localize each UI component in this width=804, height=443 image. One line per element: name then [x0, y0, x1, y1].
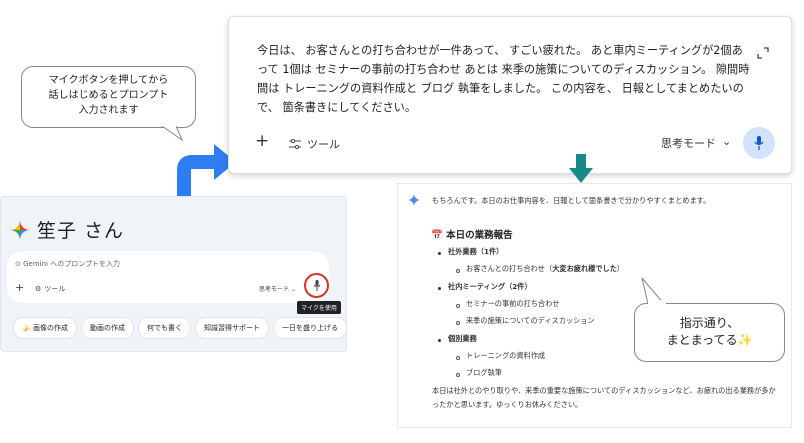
list-item: お客さんとの打ち合わせ（大変お疲れ様でした） [466, 264, 625, 273]
prompt-input-card[interactable]: 今日は、 お客さんとの打ち合わせが一件あって、 すごい疲れた。 あと車内ミーティ… [228, 16, 792, 174]
bullet [438, 287, 441, 290]
gemini-home-panel: 笙子 さん ⊙ Gemini へのプロンプトを入力 + ⚙ ツール 思考モード … [0, 196, 347, 352]
bullet [438, 339, 441, 342]
prompt-text[interactable]: 今日は、 お客さんとの打ち合わせが一件あって、 すごい疲れた。 あと車内ミーティ… [257, 41, 777, 117]
list-item: セミナーの事前の打ち合わせ [466, 299, 560, 308]
response-intro: もちろんです。本日のお仕事内容を、日報として箇条書きで分かりやすくまとめます。 [432, 196, 711, 205]
list-item: ブログ執筆 [466, 368, 502, 377]
mic-tooltip: マイクを使用 [297, 301, 341, 314]
section-external: 社外業務（1件） [448, 247, 504, 256]
chip-day[interactable]: 一日を盛り上げる [272, 317, 347, 339]
list-item: 来季の施策についてのディスカッション [466, 316, 595, 325]
sub-bullet [456, 321, 460, 325]
placeholder-icon: ⊙ [15, 260, 24, 268]
chevron-down-icon: ⌄ [722, 135, 732, 148]
chip-image[interactable]: 🍌 画像の作成 [13, 317, 77, 339]
chip-learning[interactable]: 知識習得サポート [194, 317, 269, 339]
add-button-small[interactable]: + [15, 281, 24, 294]
tools-icon: ⚙ [35, 285, 42, 293]
flow-arrow-teal [569, 154, 593, 183]
chip-video[interactable]: 動画の作成 [80, 317, 134, 339]
prompt-input-box-small[interactable]: ⊙ Gemini へのプロンプトを入力 + ⚙ ツール 思考モード ⌄ [7, 251, 329, 303]
section-internal: 社内ミーティング（2件） [448, 282, 532, 291]
suggestion-chips: 🍌 画像の作成 動画の作成 何でも書く 知識習得サポート 一日を盛り上げる [13, 317, 347, 339]
mode-select[interactable]: 思考モード ⌄ [661, 135, 731, 151]
tools-button[interactable]: ツール [289, 136, 340, 152]
bullet [438, 252, 441, 255]
callout-bubble-right: 指示通り、 まとまってる✨ [634, 303, 785, 362]
calendar-icon: 📅 [431, 230, 443, 241]
response-footer: 本日は社外とのやり取りや、来季の重要な施策についてのディスカッションなど、お疲れ… [432, 386, 776, 409]
report-title: 📅 本日の業務報告 [431, 230, 513, 241]
add-button[interactable]: + [255, 131, 269, 151]
greeting-row: 笙子 さん [11, 216, 124, 243]
greeting-text: 笙子 さん [37, 220, 125, 242]
sub-bullet [456, 304, 460, 308]
tools-icon [289, 139, 301, 149]
sub-bullet [456, 373, 460, 377]
list-item: トレーニングの資料作成 [466, 351, 546, 360]
mode-select-small[interactable]: 思考モード ⌄ [259, 284, 296, 293]
prompt-placeholder[interactable]: ⊙ Gemini へのプロンプトを入力 [15, 259, 120, 269]
chip-write[interactable]: 何でも書く [137, 317, 191, 339]
mic-icon [754, 136, 764, 150]
callout-left-text: マイクボタンを押してから 話しはじめるとプロンプト 入力されます [48, 75, 169, 116]
gemini-sparkle-icon [11, 220, 29, 239]
banana-icon: 🍌 [22, 324, 31, 332]
section-individual: 個別業務 [448, 334, 477, 343]
mic-button[interactable] [743, 127, 775, 159]
gemini-sparkle-icon [408, 194, 420, 206]
sub-bullet [456, 356, 460, 360]
callout-right-text: 指示通り、 まとまってる✨ [666, 316, 753, 347]
sub-bullet [456, 269, 460, 273]
collapse-icon[interactable] [757, 47, 769, 59]
callout-bubble-left: マイクボタンを押してから 話しはじめるとプロンプト 入力されます [21, 66, 196, 128]
callout-right-tail-cover [648, 300, 666, 306]
mic-icon [313, 280, 320, 291]
tools-button-small[interactable]: ⚙ ツール [35, 284, 65, 294]
screen: マイクボタンを押してから 話しはじめるとプロンプト 入力されます 笙子 さん ⊙… [0, 0, 804, 443]
mic-button-small[interactable] [304, 273, 329, 298]
